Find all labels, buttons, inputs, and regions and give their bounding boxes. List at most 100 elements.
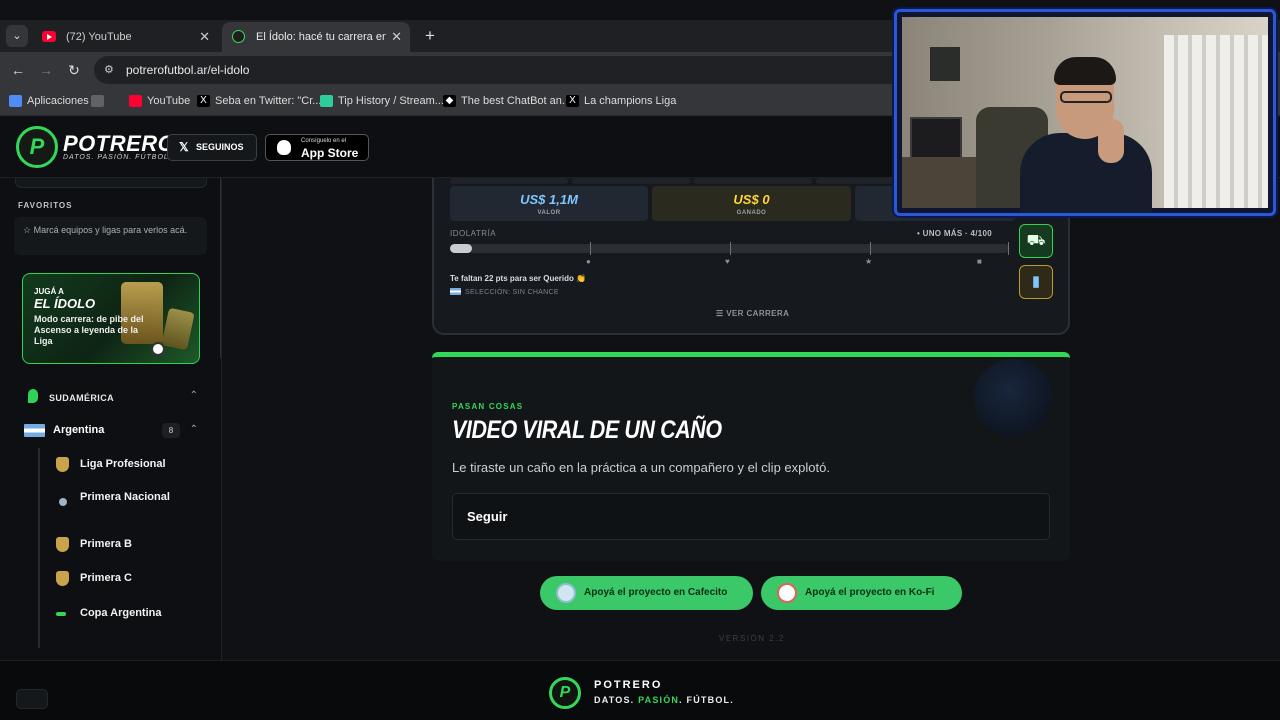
bookmark-apps[interactable]: Aplicaciones — [9, 94, 89, 108]
stat-earned-number: US$ 0 — [733, 192, 770, 207]
progress-tick — [1008, 242, 1009, 255]
event-title: VIDEO VIRAL DE UN CAÑO — [452, 416, 722, 444]
sidebar-item-primera-b[interactable]: Primera B — [56, 537, 206, 553]
cup-icon — [56, 612, 66, 616]
cafecito-support-button[interactable]: Apoyá el proyecto en Cafecito — [540, 576, 753, 610]
country-count-badge: 8 — [162, 423, 180, 438]
view-career-link[interactable]: ☰ VER CARRERA — [716, 309, 789, 318]
country-argentina[interactable]: Argentina 8 ⌃ — [24, 423, 208, 439]
sidebar-item-liga-profesional[interactable]: Liga Profesional — [56, 457, 206, 473]
streamer-body — [1020, 133, 1152, 213]
sidebar-scrollbar[interactable] — [220, 178, 221, 358]
tagline-part: DATOS. — [594, 695, 639, 705]
event-description: Le tiraste un caño en la práctica a un c… — [452, 460, 830, 475]
back-arrow-icon[interactable]: ← — [8, 60, 28, 80]
glasses-image — [1060, 91, 1112, 103]
trophy-icon: ■ — [977, 257, 982, 266]
idolatry-progress-fill — [450, 244, 473, 253]
app-store-button[interactable]: Consíguelo en el App Store — [265, 134, 369, 161]
webcam-overlay — [894, 9, 1276, 216]
sidebar: FAVORITOS ☆ Marcá equipos y ligas para v… — [0, 178, 222, 660]
site-settings-icon[interactable]: ⚙ — [104, 63, 118, 77]
new-tab-plus-icon[interactable]: + — [416, 22, 444, 50]
bookmark-champions[interactable]: X La champions Liga — [566, 94, 676, 108]
continue-option-button[interactable]: Seguir — [452, 493, 1050, 540]
tree-line — [38, 448, 40, 648]
promo-line1: JUGÁ A — [34, 287, 64, 296]
league-label: Liga Profesional — [80, 458, 166, 470]
bookmark-youtube[interactable]: YouTube — [129, 94, 190, 108]
idolatry-label: IDOLATRÍA — [450, 229, 497, 238]
player-card-image — [161, 307, 195, 351]
streamer-image — [1020, 57, 1152, 213]
close-icon[interactable]: ✕ — [391, 22, 402, 52]
argentina-flag-icon — [450, 288, 461, 295]
tab-search-chevron-icon[interactable]: ⌄ — [6, 25, 28, 47]
idolatry-status: • UNO MÁS · 4/100 — [917, 229, 993, 238]
league-label: Primera B — [80, 538, 132, 550]
south-america-map-icon — [28, 389, 38, 403]
sidebar-item-primera-c[interactable]: Primera C — [56, 571, 206, 587]
potrero-logo-icon[interactable]: P — [549, 677, 581, 709]
sidebar-item-copa-argentina[interactable]: Copa Argentina — [56, 606, 206, 622]
league-shield-icon — [56, 537, 69, 552]
inventory-button[interactable]: ▮ — [1019, 265, 1053, 299]
streamer-hand — [1098, 119, 1124, 163]
progress-tick — [590, 242, 591, 255]
favorites-hint: ☆ Marcá equipos y ligas para verlos acá. — [23, 225, 188, 235]
streamelements-icon — [320, 95, 333, 107]
chevron-up-icon[interactable]: ⌃ — [190, 390, 198, 401]
close-icon[interactable]: ✕ — [199, 22, 210, 52]
youtube-icon — [129, 95, 142, 107]
brand-tagline: DATOS. PASIÓN. FÚTBOL. — [63, 154, 172, 161]
follow-x-button[interactable]: 𝕏 SEGUINOS — [167, 134, 257, 161]
el-idolo-promo-banner[interactable]: JUGÁ A EL ÍDOLO Modo carrera: de pibe de… — [22, 273, 200, 364]
league-shield-icon — [56, 457, 69, 472]
heart-icon: ♥ — [725, 257, 730, 266]
bookmark-tip-history[interactable]: Tip History / Stream... — [320, 94, 444, 108]
tagline-accent: PASIÓN — [638, 695, 680, 705]
forward-arrow-icon[interactable]: → — [36, 60, 56, 80]
sidebar-item-primera-nacional[interactable]: Primera Nacional — [56, 490, 206, 522]
region-sudamerica[interactable]: SUDAMÉRICA ⌃ — [28, 389, 208, 405]
ball-icon — [151, 342, 165, 356]
potrero-logo-icon[interactable]: P — [16, 126, 58, 168]
version-text: VERSIÓN 2.2 — [719, 634, 785, 643]
tab-youtube[interactable]: (72) YouTube ✕ — [32, 22, 218, 52]
stat-value-label: VALOR — [537, 210, 561, 216]
bookmark-label: The best ChatBot an... — [461, 95, 572, 107]
bookmark-label: La champions Liga — [584, 95, 677, 107]
bookmark-seba-twitter[interactable]: X Seba en Twitter: "Cr... — [197, 94, 321, 108]
bookmark-label: Aplicaciones — [27, 95, 89, 107]
footer-toggle[interactable] — [16, 689, 48, 709]
stat-row-top — [572, 178, 690, 184]
milestone-icon: ● — [586, 257, 591, 266]
bookmark-chatbot[interactable]: ◆ The best ChatBot an... — [443, 94, 571, 108]
stat-earned: US$ 0 GANADO — [652, 186, 851, 221]
event-card: PASAN COSAS VIDEO VIRAL DE UN CAÑO Le ti… — [432, 352, 1070, 561]
chevron-up-icon[interactable]: ⌃ — [190, 424, 198, 435]
stat-row-top — [450, 178, 568, 184]
tab-el-idolo[interactable]: El Ídolo: hacé tu carrera en la Li ✕ — [222, 22, 410, 52]
cafecito-icon — [556, 583, 576, 603]
x-icon: 𝕏 — [179, 140, 189, 154]
bookmark-label: Tip History / Stream... — [338, 95, 444, 107]
reload-icon[interactable]: ↻ — [64, 60, 84, 80]
stat-row-top — [694, 178, 812, 184]
kofi-cup-icon — [777, 583, 797, 603]
x-icon: X — [566, 95, 579, 107]
tab-title: El Ídolo: hacé tu carrera en la Li — [256, 31, 386, 43]
argentina-flag-icon — [24, 424, 45, 437]
url-text: potrerofutbol.ar/el-idolo — [126, 63, 250, 77]
chatbot-icon: ◆ — [443, 95, 456, 107]
site-footer: P POTRERO DATOS. PASIÓN. FÚTBOL. — [0, 660, 1280, 720]
stat-earned-label: GANADO — [736, 210, 767, 216]
sidebar-search[interactable] — [15, 178, 207, 188]
promo-title: EL ÍDOLO — [34, 296, 96, 311]
footer-brand: POTRERO — [594, 679, 663, 691]
kofi-support-button[interactable]: Apoyá el proyecto en Ko-Fi — [761, 576, 962, 610]
shop-cart-button[interactable]: ⛟ — [1019, 224, 1053, 258]
stat-value: US$ 1,1M VALOR — [450, 186, 648, 221]
tab-title: (72) YouTube — [66, 31, 132, 43]
address-bar[interactable]: ⚙ potrerofutbol.ar/el-idolo — [94, 56, 914, 84]
